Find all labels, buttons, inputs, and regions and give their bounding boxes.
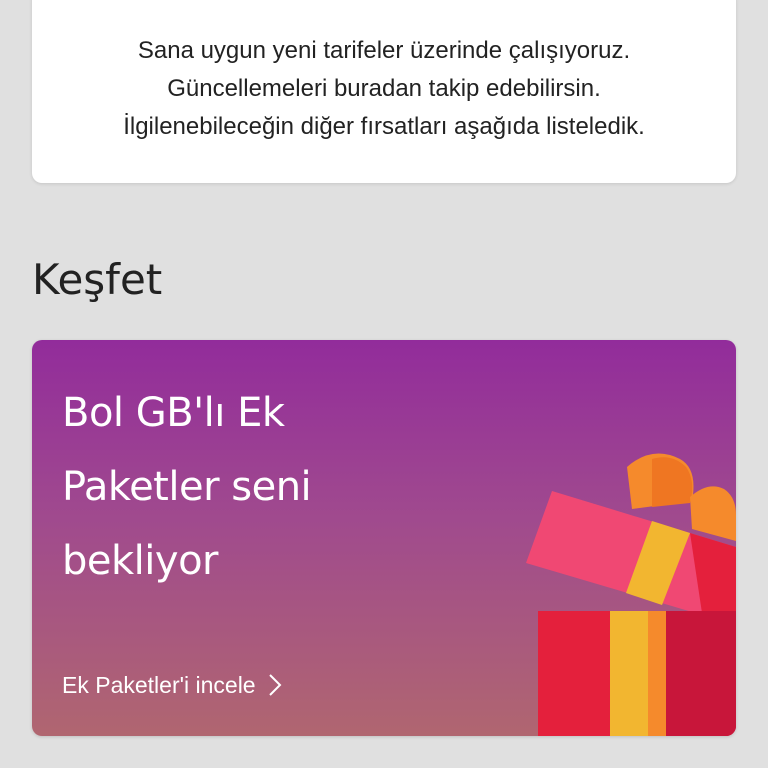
info-text-line-1: Sana uygun yeni tarifeler üzerinde çalış… <box>137 37 631 64</box>
screen: Sana uygun yeni tarifeler üzerinde çalış… <box>0 0 768 768</box>
promo-link-label: Ek Paketler'i incele <box>62 672 256 698</box>
promo-headline-line-3: bekliyor <box>62 538 218 584</box>
info-text-line-3: İlgilenebileceğin diğer fırsatları aşağı… <box>123 113 645 140</box>
promo-headline-line-1: Bol GB'lı Ek <box>62 390 285 436</box>
promo-headline-line-2: Paketler seni <box>62 464 312 510</box>
section-title-kesfet: Keşfet <box>32 255 163 304</box>
promo-card-ek-paketler[interactable]: Bol GB'lı Ek Paketler seni bekliyor Ek P… <box>32 340 736 736</box>
chevron-right-icon <box>268 674 282 696</box>
promo-headline: Bol GB'lı Ek Paketler seni bekliyor <box>62 376 382 598</box>
gift-box-icon <box>526 453 736 736</box>
info-text-line-2: Güncellemeleri buradan takip edebilirsin… <box>167 75 601 102</box>
info-card: Sana uygun yeni tarifeler üzerinde çalış… <box>32 0 736 183</box>
promo-link-ek-paketler[interactable]: Ek Paketler'i incele <box>62 670 286 700</box>
